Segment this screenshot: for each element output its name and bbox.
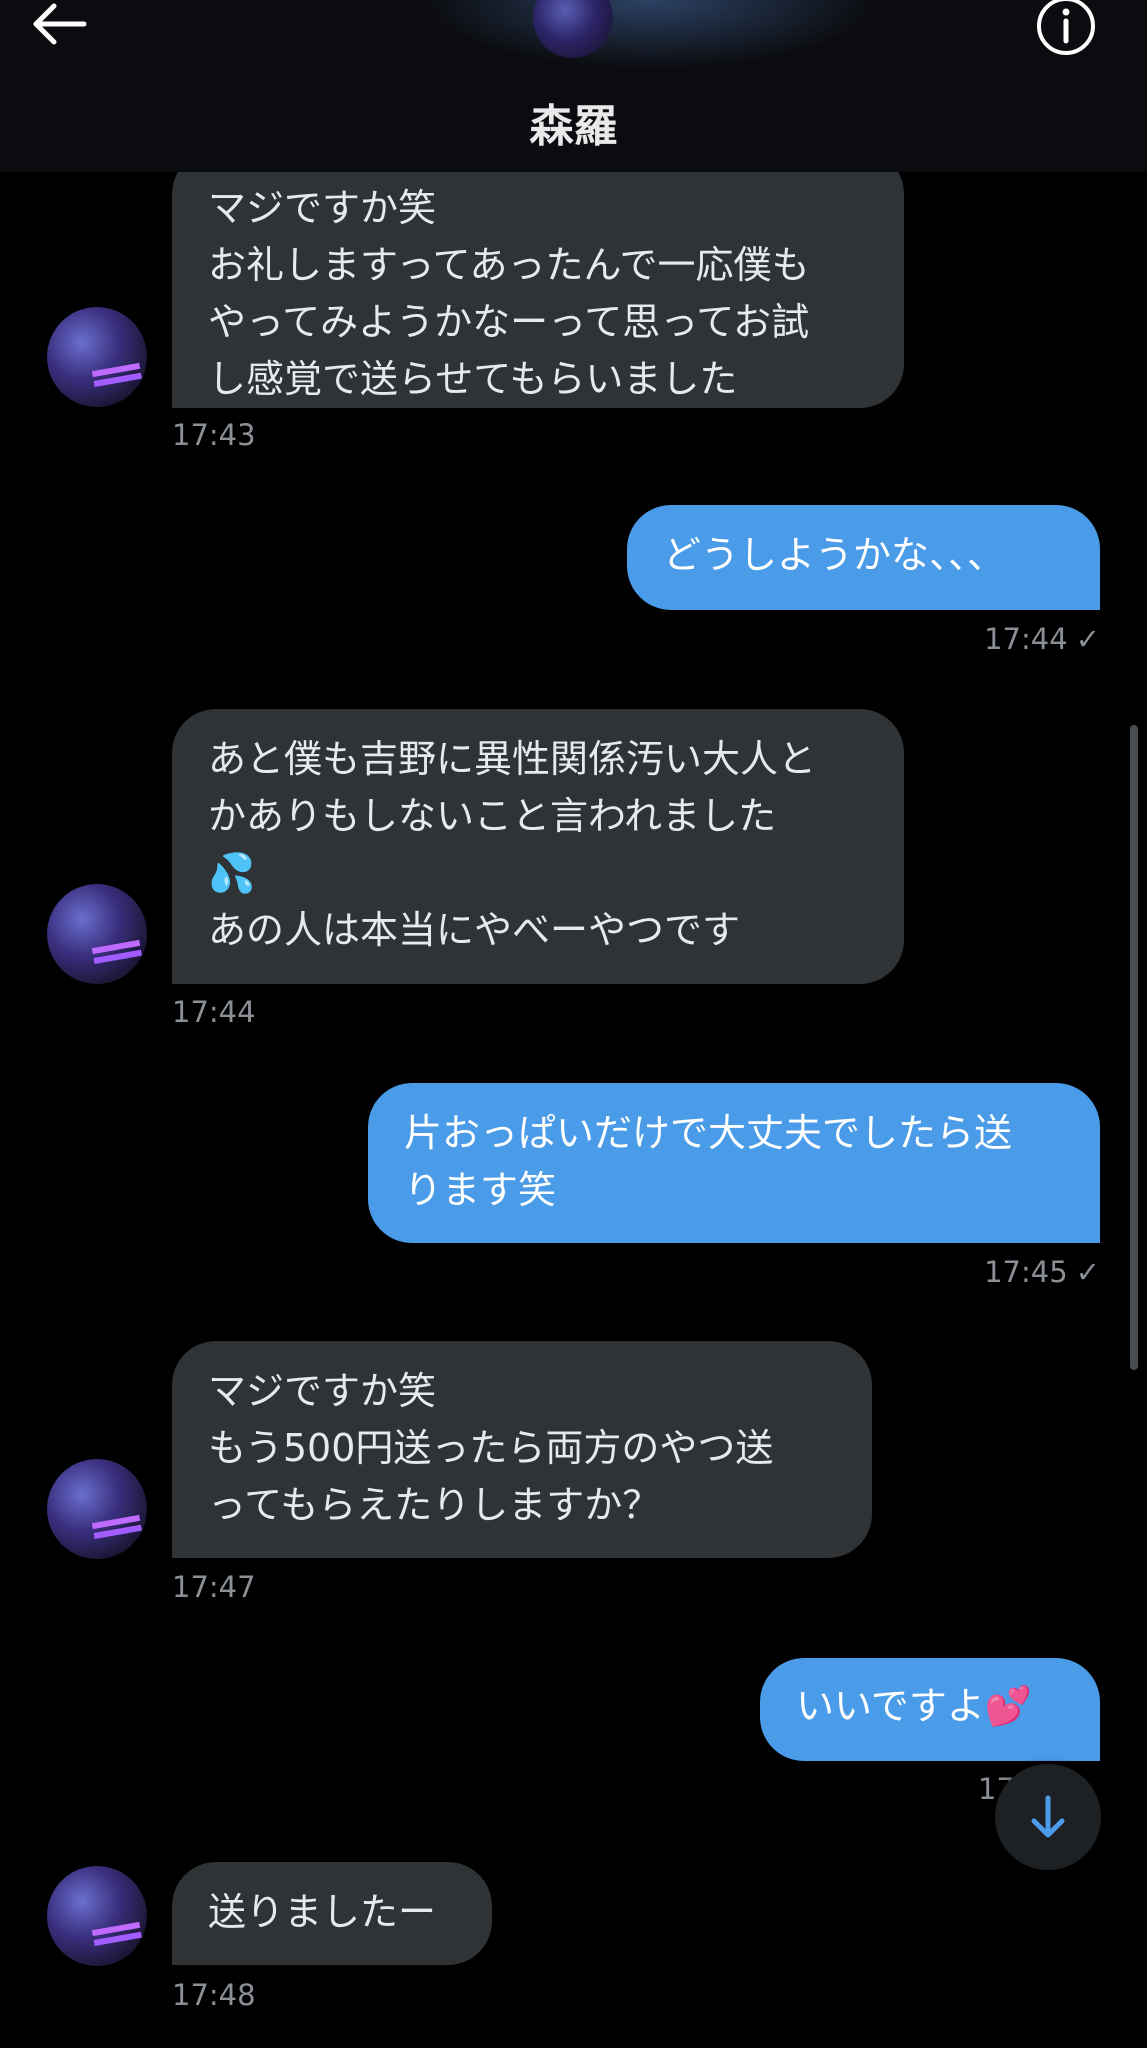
- contact-avatar[interactable]: [47, 1866, 147, 1966]
- scrollbar[interactable]: [1130, 725, 1138, 1370]
- message-timestamp: 17:45 ✓: [984, 1255, 1100, 1289]
- contact-avatar[interactable]: [47, 307, 147, 407]
- message-timestamp: 17:48: [172, 1978, 256, 2012]
- message-timestamp: 17:43: [172, 418, 256, 452]
- incoming-message-bubble[interactable]: マジですか笑 もう500円送ったら両方のやつ送 ってもらえたりしますか？: [172, 1341, 872, 1558]
- message-timestamp: 17:44: [172, 995, 256, 1029]
- contact-avatar[interactable]: [47, 1459, 147, 1559]
- message-timestamp: 17:47: [172, 1570, 256, 1604]
- info-button[interactable]: [1034, 0, 1098, 58]
- arrow-left-icon: [33, 3, 87, 45]
- header-glow: [420, 0, 880, 70]
- conversation-title: 森羅: [529, 101, 618, 152]
- incoming-message-bubble[interactable]: 送りましたー: [172, 1862, 492, 1965]
- back-button[interactable]: [30, 0, 90, 50]
- checkmark-icon: ✓: [1075, 1255, 1100, 1289]
- contact-avatar[interactable]: [47, 884, 147, 984]
- outgoing-message-bubble[interactable]: どうしようかな、、、: [627, 505, 1100, 610]
- arrow-down-icon: [1031, 1795, 1065, 1838]
- checkmark-icon: ✓: [1075, 622, 1100, 656]
- incoming-message-bubble[interactable]: マジですか笑 お礼しますってあったんで一応僕も やってみようかなーって思ってお試…: [172, 150, 904, 408]
- scroll-to-bottom-button[interactable]: [995, 1764, 1101, 1870]
- outgoing-message-bubble[interactable]: いいですよ💕: [760, 1658, 1100, 1761]
- conversation-header: 森羅: [0, 0, 1147, 172]
- outgoing-message-bubble[interactable]: 片おっぱいだけで大丈夫でしたら送 ります笑: [368, 1083, 1100, 1243]
- info-icon: [1037, 0, 1095, 55]
- message-timestamp: 17:44 ✓: [984, 622, 1100, 656]
- incoming-message-bubble[interactable]: あと僕も吉野に異性関係汚い大人と かありもしないこと言われました 💦 あの人は本…: [172, 709, 904, 984]
